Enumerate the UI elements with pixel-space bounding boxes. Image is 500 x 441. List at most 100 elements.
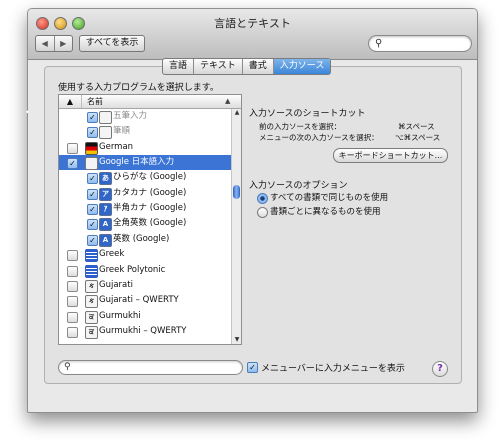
list-item[interactable]: ਕ Gurmukhi – QWERTY: [59, 324, 231, 339]
keyboard-shortcuts-button[interactable]: キーボードショートカット...: [333, 148, 448, 163]
enable-checkbox[interactable]: ✓: [87, 127, 98, 139]
toolbar-search-field[interactable]: ⚲: [368, 35, 472, 52]
tab-input-sources[interactable]: 入力ソース: [272, 59, 331, 74]
show-input-menu-checkbox[interactable]: ✓: [247, 362, 258, 373]
enable-checkbox[interactable]: [67, 296, 78, 308]
greek-polytonic-icon: [85, 264, 98, 278]
enable-checkbox[interactable]: [67, 250, 78, 262]
enable-checkbox[interactable]: [67, 326, 78, 338]
list-item[interactable]: ਕ Gurmukhi: [59, 309, 231, 324]
gujarati-qwerty-icon: ક: [85, 295, 98, 309]
list-item-label: ひらがな (Google): [113, 172, 187, 183]
name-column-header[interactable]: 名前: [87, 95, 103, 108]
enable-checkbox[interactable]: ✓: [87, 188, 98, 200]
list-item-label: Gurmukhi – QWERTY: [99, 325, 187, 336]
shortcuts-title: 入力ソースのショートカット: [249, 109, 366, 119]
radio-per-document[interactable]: [257, 207, 268, 218]
list-header: ▲ 名前 ▲: [59, 95, 241, 109]
list-item[interactable]: Greek Polytonic: [59, 263, 231, 278]
scroll-thumb[interactable]: [233, 185, 240, 199]
back-forward-group: ◀ ▶: [35, 35, 73, 52]
list-item[interactable]: ✓ 筆順: [59, 124, 231, 140]
tab-bar: 言語 テキスト 書式 入力ソース: [162, 58, 332, 75]
fullwidth-alnum-icon: A: [99, 218, 112, 232]
list-item-label: Gujarati: [99, 279, 133, 290]
brush-icon: [99, 126, 112, 140]
scroll-up-arrow-icon[interactable]: ▲: [233, 109, 241, 117]
list-item-label: 筆順: [113, 126, 131, 137]
enable-checkbox[interactable]: [67, 280, 78, 292]
search-icon: ⚲: [375, 38, 383, 49]
list-item[interactable]: ✓ ｱ半角カナ (Google): [59, 201, 231, 217]
gurmukhi-icon: ਕ: [85, 310, 98, 324]
list-item[interactable]: Greek: [59, 247, 231, 263]
input-source-list: ▲ 名前 ▲ ✓ 五筆入力 ✓ 筆順 German ✓ Google 日本語入力 ✓ あひらがな…: [58, 94, 242, 345]
katakana-icon: ア: [99, 187, 112, 201]
list-item-label: 英数 (Google): [113, 233, 170, 244]
list-item-label: Greek Polytonic: [99, 264, 166, 275]
list-item-label: Google 日本語入力: [99, 157, 175, 168]
gujarati-icon: ક: [85, 279, 98, 293]
list-item[interactable]: ✓ アカタカナ (Google): [59, 186, 231, 201]
list-item[interactable]: ✓ A 全角英数 (Google): [59, 216, 231, 232]
greek-flag-icon: [85, 249, 98, 263]
enable-checkbox[interactable]: [67, 142, 78, 154]
halfwidth-katakana-icon: ｱ: [99, 203, 112, 217]
shortcut-previous-label: 前の入力ソースを選択：: [259, 122, 342, 131]
enable-checkbox[interactable]: ✓: [87, 234, 98, 246]
list-item-label: Gujarati – QWERTY: [99, 295, 179, 306]
gurmukhi-qwerty-icon: ਕ: [85, 325, 98, 339]
enable-checkbox[interactable]: ✓: [67, 158, 78, 170]
german-flag-icon: [85, 141, 98, 155]
sort-arrow-icon: ▲: [225, 97, 231, 105]
enable-checkbox[interactable]: [67, 311, 78, 323]
edge-marker: •: [25, 108, 30, 117]
list-search-field[interactable]: ⚲: [58, 360, 243, 375]
help-button[interactable]: ?: [432, 361, 448, 377]
enable-checkbox[interactable]: ✓: [87, 204, 98, 216]
list-item-label: 五筆入力: [113, 111, 148, 121]
list-item-label: カタカナ (Google): [113, 187, 187, 198]
enable-checkbox[interactable]: ✓: [87, 173, 98, 185]
hiragana-icon: あ: [99, 172, 112, 186]
forward-button[interactable]: ▶: [53, 36, 73, 51]
tab-formats[interactable]: 書式: [241, 59, 273, 74]
list-item-label: Greek: [99, 249, 125, 260]
tab-text[interactable]: テキスト: [193, 59, 242, 74]
list-item[interactable]: ✓ 五筆入力: [59, 109, 231, 124]
checkbox-column-header[interactable]: ▲: [59, 95, 82, 108]
radio-same-for-all[interactable]: [257, 193, 268, 204]
list-item-label: Gurmukhi: [99, 310, 141, 321]
shortcut-next-label: メニューの次の入力ソースを選択：: [259, 133, 379, 142]
list-item[interactable]: ✓ Google 日本語入力: [59, 155, 231, 171]
scroll-down-arrow-icon[interactable]: ▼: [233, 336, 241, 344]
list-item[interactable]: ક Gujarati – QWERTY: [59, 293, 231, 309]
back-button[interactable]: ◀: [36, 36, 54, 51]
shortcut-previous-key: ⌘スペース: [398, 122, 435, 131]
list-item[interactable]: ક Gujarati: [59, 278, 231, 293]
list-item[interactable]: German: [59, 140, 231, 155]
radio-same-for-all-label: すべての書類で同じものを使用: [270, 193, 389, 203]
list-scrollbar[interactable]: ▲ ▼: [231, 109, 241, 344]
window-title: 言語とテキスト: [214, 17, 291, 30]
shortcut-next-key: ⌥⌘スペース: [395, 133, 441, 142]
options-title: 入力ソースのオプション: [249, 181, 348, 191]
list-item[interactable]: ✓ A 英数 (Google): [59, 232, 231, 247]
enable-checkbox[interactable]: ✓: [87, 219, 98, 231]
input-sources-prompt: 使用する入力プログラムを選択します。: [58, 83, 219, 93]
radio-per-document-label: 書類ごとに異なるものを使用: [270, 207, 381, 217]
alnum-icon: A: [99, 233, 112, 247]
list-item-label: German: [99, 141, 134, 152]
show-input-menu-label: メニューバーに入力メニューを表示: [261, 364, 405, 374]
tab-language[interactable]: 言語: [163, 59, 193, 74]
google-ime-icon: [85, 157, 98, 171]
enable-checkbox[interactable]: ✓: [87, 112, 98, 123]
list-item[interactable]: ✓ あひらがな (Google): [59, 170, 231, 186]
show-all-button[interactable]: すべてを表示: [79, 35, 145, 52]
enable-checkbox[interactable]: [67, 265, 78, 277]
list-item-label: 半角カナ (Google): [113, 203, 187, 214]
list-item-label: 全角英数 (Google): [113, 218, 187, 229]
title-bar: 言語とテキスト ◀ ▶ すべてを表示 ⚲: [28, 9, 477, 60]
brush-icon: [99, 111, 112, 124]
search-icon: ⚲: [64, 362, 71, 372]
